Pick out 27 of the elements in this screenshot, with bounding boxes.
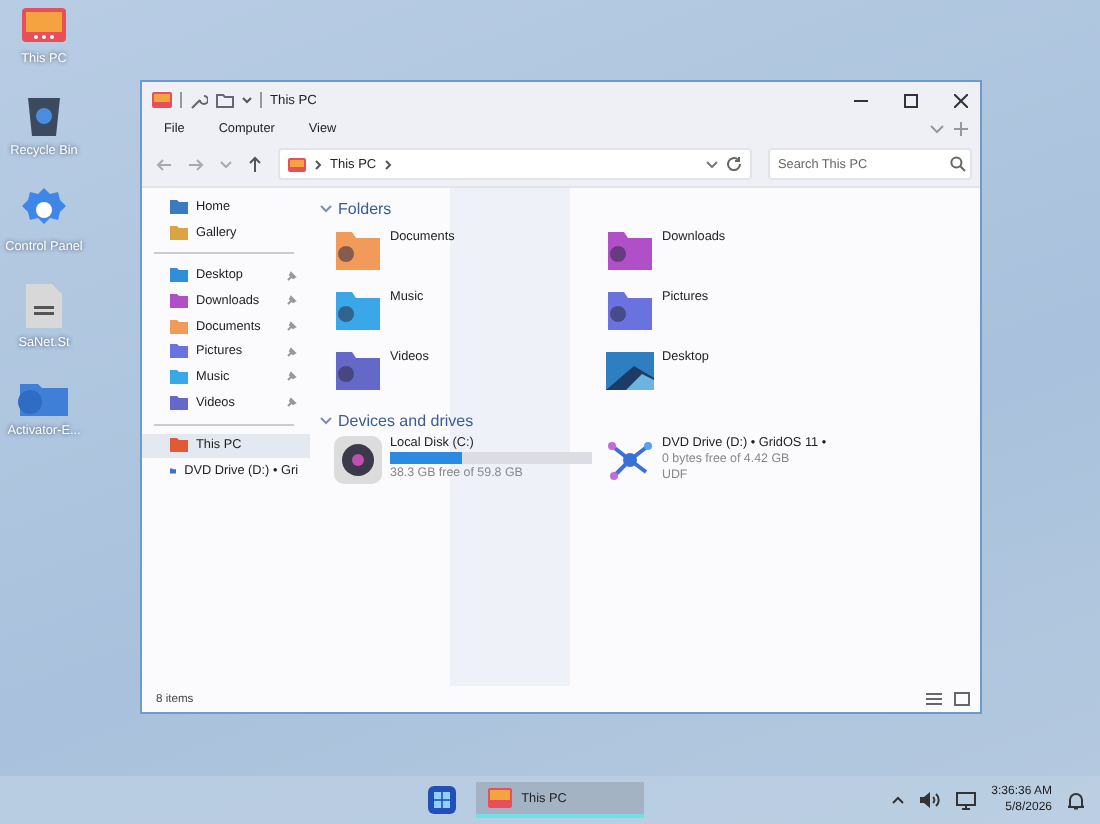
section-header[interactable]: Folders [320,196,980,220]
chevron-right-icon [314,159,322,169]
list-view-icon[interactable] [926,692,942,706]
close-icon[interactable] [954,93,968,107]
speaker-icon[interactable] [919,792,940,808]
chevron-up-icon[interactable] [891,796,904,804]
chevron-icon [320,415,332,425]
maximize-icon[interactable] [904,93,918,107]
file-icon[interactable] [23,282,64,330]
caret-icon[interactable] [706,160,718,168]
recycle-bin-icon[interactable] [24,94,64,138]
computer-icon [487,788,512,808]
refresh-icon[interactable] [726,156,742,172]
search-icon [950,156,966,172]
computer-icon [288,157,306,171]
up-arrow-icon[interactable] [248,156,262,172]
chevron-right-icon[interactable] [384,159,393,169]
tile-view-icon[interactable] [954,692,970,706]
bell-icon[interactable] [1068,791,1084,809]
new-folder-icon[interactable] [216,92,234,108]
dvd-drive-icon [606,436,654,484]
chevron-icon [320,203,332,213]
start-button-icon[interactable] [427,786,456,814]
caret-icon[interactable] [242,96,252,104]
folder-icon[interactable] [17,378,70,418]
computer-icon [152,92,172,108]
section-header[interactable]: Devices and drives [320,408,980,432]
